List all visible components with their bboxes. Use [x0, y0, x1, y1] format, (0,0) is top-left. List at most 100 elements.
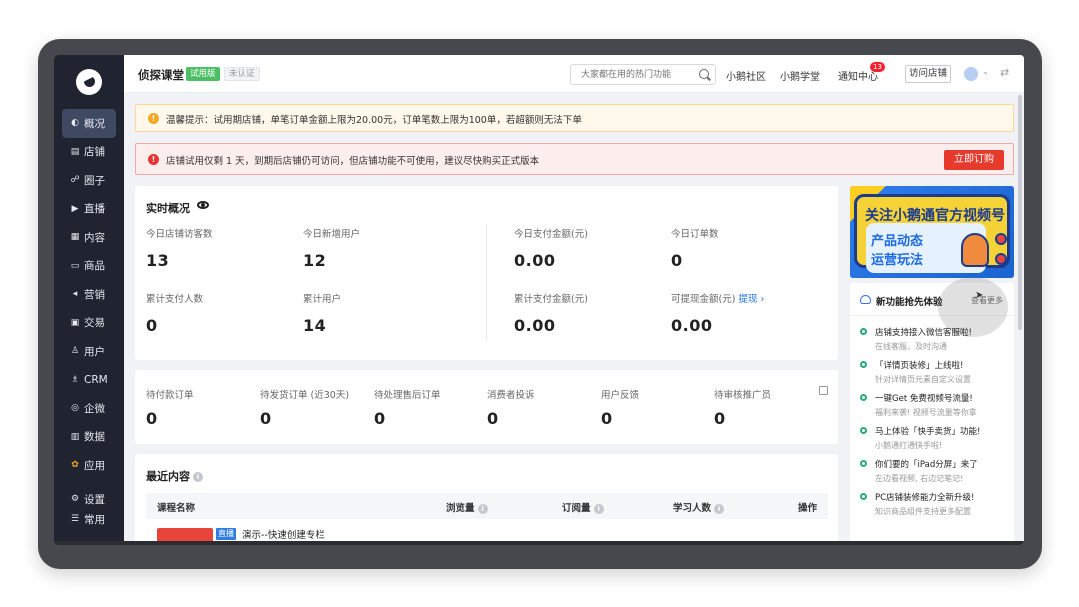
expiry-text: 店铺试用仅剩 1 天，到期后店铺仍可访问，但店铺功能不可使用，建议尽快购买正式版…: [166, 156, 540, 167]
sidebar-item-label: 用户: [84, 345, 105, 358]
academy-link[interactable]: 小鹅学堂: [780, 68, 820, 83]
sidebar-item-label: 设置: [84, 493, 105, 506]
sidebar-item-label: 营销: [84, 288, 105, 301]
course-title[interactable]: 演示--快速创建专栏: [242, 527, 325, 541]
sidebar-item-live[interactable]: ▶ 直播: [54, 195, 124, 224]
stat-value: 0.00: [671, 316, 713, 335]
stat-today-new-users: 今日新增用户 12: [303, 226, 360, 270]
stat-withdrawable: 可提现金额(元) 提现 › 0.00: [671, 291, 764, 335]
stat-label: 今日支付金额(元): [514, 229, 588, 240]
feature-desc: 福利来袭! 视频号流量等你拿: [875, 408, 977, 417]
stat-value: 0: [487, 409, 499, 428]
community-link[interactable]: 小鹅社区: [726, 68, 766, 83]
chevron-down-icon[interactable]: ⌄: [982, 67, 989, 76]
feature-title: 店铺支持接入微信客服啦!: [875, 328, 972, 338]
edit-icon[interactable]: [819, 386, 828, 395]
stat-pending-promoters[interactable]: 待审核推广员 0: [714, 387, 771, 428]
bullet-icon: [860, 328, 867, 335]
column-course-name: 课程名称: [157, 503, 196, 514]
trade-icon: ▣: [70, 317, 80, 328]
feature-desc: 针对详情页元素自定义设置: [875, 375, 971, 384]
stat-label: 待发货订单 (近30天): [260, 390, 350, 401]
recent-title: 最近内容 i: [146, 468, 203, 484]
bullet-icon: [860, 493, 867, 500]
avatar[interactable]: [964, 67, 978, 81]
mouse-cursor-icon: ➤: [975, 290, 984, 301]
sidebar-item-marketing[interactable]: ◂ 营销: [54, 280, 124, 309]
sidebar-item-apps[interactable]: ✿ 应用: [54, 451, 124, 480]
sidebar-item-favorites[interactable]: ☰ 常用: [54, 509, 124, 529]
sidebar-item-store[interactable]: ▤ 店铺: [54, 138, 124, 167]
column-subscriptions: 订阅量 i: [562, 500, 604, 514]
stat-value: 13: [146, 251, 170, 270]
column-learners-text: 学习人数: [673, 503, 712, 514]
stat-label: 今日新增用户: [303, 229, 361, 240]
expiry-alert: ! 店铺试用仅剩 1 天，到期后店铺仍可访问，但店铺功能不可使用，建议尽快购买正…: [135, 143, 1014, 175]
sidebar-item-users[interactable]: ♙ 用户: [54, 337, 124, 366]
sidebar-item-label: CRM: [84, 373, 108, 386]
realtime-overview-card: 实时概况 今日店铺访客数 13 今日新增用户 12 今日支付金额(元) 0.00…: [135, 186, 838, 360]
promo-banner[interactable]: 关注小鹅通官方视频号 产品动态 运营玩法: [850, 186, 1014, 278]
sidebar-item-goods[interactable]: ▭ 商品: [54, 252, 124, 281]
stat-pending-payment[interactable]: 待付款订单 0: [146, 387, 194, 428]
feature-title: 你们要的「iPad分屏」来了: [875, 460, 978, 470]
stat-label: 可提现金额(元) 提现 ›: [671, 291, 764, 305]
stat-feedback[interactable]: 用户反馈 0: [601, 387, 639, 428]
sidebar-item-content[interactable]: ▦ 内容: [54, 223, 124, 252]
stat-complaints[interactable]: 消费者投诉 0: [487, 387, 535, 428]
gear-icon: ⚙: [70, 494, 80, 504]
stat-label-text: 可提现金额(元): [671, 294, 736, 305]
sidebar-item-label: 圈子: [84, 174, 105, 187]
table-header: 课程名称 浏览量 i 订阅量 i 学习人数 i 操作: [146, 493, 828, 519]
search-input[interactable]: [571, 65, 691, 84]
unverified-badge[interactable]: 未认证: [224, 67, 260, 81]
info-icon[interactable]: i: [193, 472, 203, 482]
sidebar-bottom: ⚙ 设置 ☰ 常用: [54, 489, 124, 529]
pending-orders-card: 待付款订单 0 待发货订单 (近30天) 0 待处理售后订单 0 消费者投诉 0…: [135, 370, 838, 444]
app-logo[interactable]: [76, 69, 102, 95]
notification-count-badge: 13: [870, 62, 885, 72]
recent-title-text: 最近内容: [146, 470, 190, 483]
search-icon[interactable]: [699, 69, 709, 79]
withdraw-link[interactable]: 提现 ›: [738, 294, 764, 305]
apps-icon: ✿: [71, 460, 79, 471]
stat-today-visitors: 今日店铺访客数 13: [146, 226, 213, 270]
sidebar-item-trade[interactable]: ▣ 交易: [54, 309, 124, 338]
sidebar-item-settings[interactable]: ⚙ 设置: [54, 489, 124, 509]
sidebar-item-circle[interactable]: ☍ 圈子: [54, 166, 124, 195]
sidebar-item-label: 商品: [84, 260, 105, 273]
sidebar-item-overview[interactable]: ◐ 概况: [62, 109, 116, 138]
stat-value: 0: [146, 409, 158, 428]
stat-value: 0: [714, 409, 726, 428]
info-icon[interactable]: i: [714, 503, 725, 514]
feature-desc: 小鹅通打通快手啦!: [875, 441, 943, 450]
sidebar-item-data[interactable]: ▥ 数据: [54, 423, 124, 452]
sidebar-item-wecom[interactable]: ◎ 企微: [54, 394, 124, 423]
info-icon[interactable]: i: [593, 503, 604, 514]
sidebar-item-label: 数据: [84, 431, 105, 444]
realtime-title: 实时概况: [146, 202, 190, 215]
eye-icon[interactable]: [197, 201, 209, 209]
group-icon: ☍: [70, 175, 80, 186]
sidebar-item-crm[interactable]: ♗ CRM: [54, 366, 124, 395]
wecom-icon: ◎: [71, 403, 79, 414]
page-scrollbar[interactable]: [1018, 95, 1022, 330]
info-icon[interactable]: i: [477, 503, 488, 514]
stat-pending-shipment[interactable]: 待发货订单 (近30天) 0: [260, 387, 349, 428]
sidebar-item-label: 交易: [84, 317, 105, 330]
stat-today-payment: 今日支付金额(元) 0.00: [514, 226, 588, 270]
cloud-icon: [860, 295, 871, 304]
search-box[interactable]: [570, 64, 716, 85]
buy-now-button[interactable]: 立即订购: [944, 150, 1004, 170]
stat-label: 消费者投诉: [487, 390, 535, 401]
stat-pending-aftersale[interactable]: 待处理售后订单 0: [374, 387, 441, 428]
sidebar-item-label: 直播: [84, 203, 105, 216]
live-icon: ▶: [71, 203, 79, 214]
visit-store-button[interactable]: 访问店铺: [905, 65, 951, 83]
new-features-panel: 新功能抢先体验 查看更多 ➤ 店铺支持接入微信客服啦! 在线客服、及时沟通 「详…: [850, 277, 1014, 545]
knob-icon: [995, 233, 1007, 245]
switch-icon[interactable]: ⇄: [1000, 66, 1009, 79]
top-header: 侦探课堂 试用版 未认证 小鹅社区 小鹅学堂 通知中心 13 访问店铺 ⌄ ⇄: [124, 55, 1024, 93]
store-icon: ▤: [70, 146, 80, 157]
banner-headline: 关注小鹅通官方视频号: [865, 208, 1005, 224]
